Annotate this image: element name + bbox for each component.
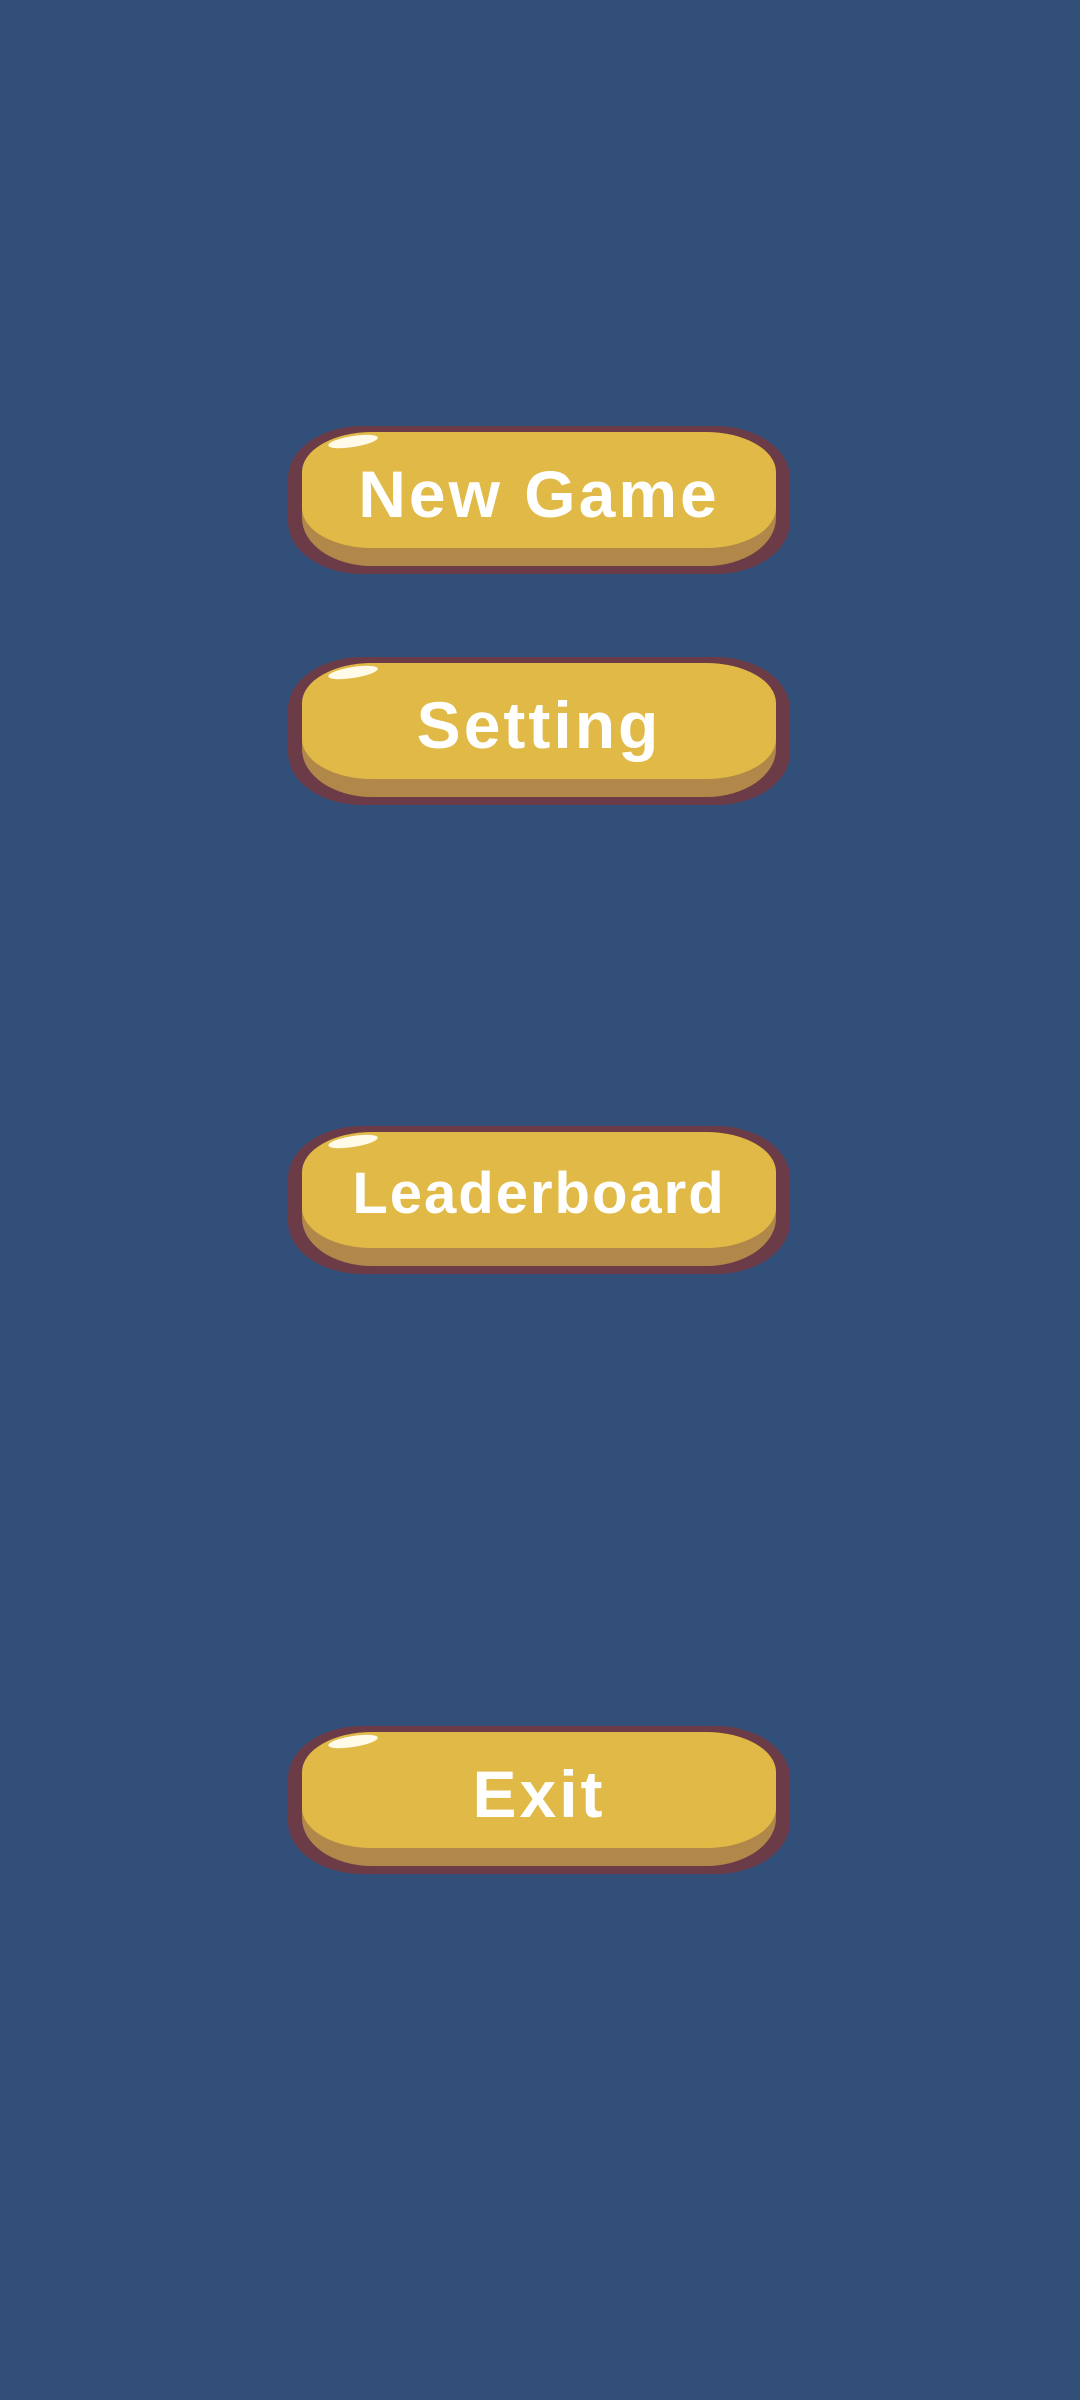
leaderboard-button[interactable]: Leaderboard: [288, 1126, 790, 1274]
setting-button[interactable]: Setting: [288, 657, 790, 805]
setting-label: Setting: [416, 688, 662, 762]
exit-button[interactable]: Exit: [288, 1726, 790, 1874]
leaderboard-label: Leaderboard: [352, 1161, 726, 1226]
new-game-label: New Game: [358, 457, 720, 531]
exit-label: Exit: [472, 1757, 606, 1831]
new-game-button[interactable]: New Game: [288, 426, 790, 574]
main-menu-screen: New Game Setting Leaderboard Exit: [0, 0, 1080, 2400]
